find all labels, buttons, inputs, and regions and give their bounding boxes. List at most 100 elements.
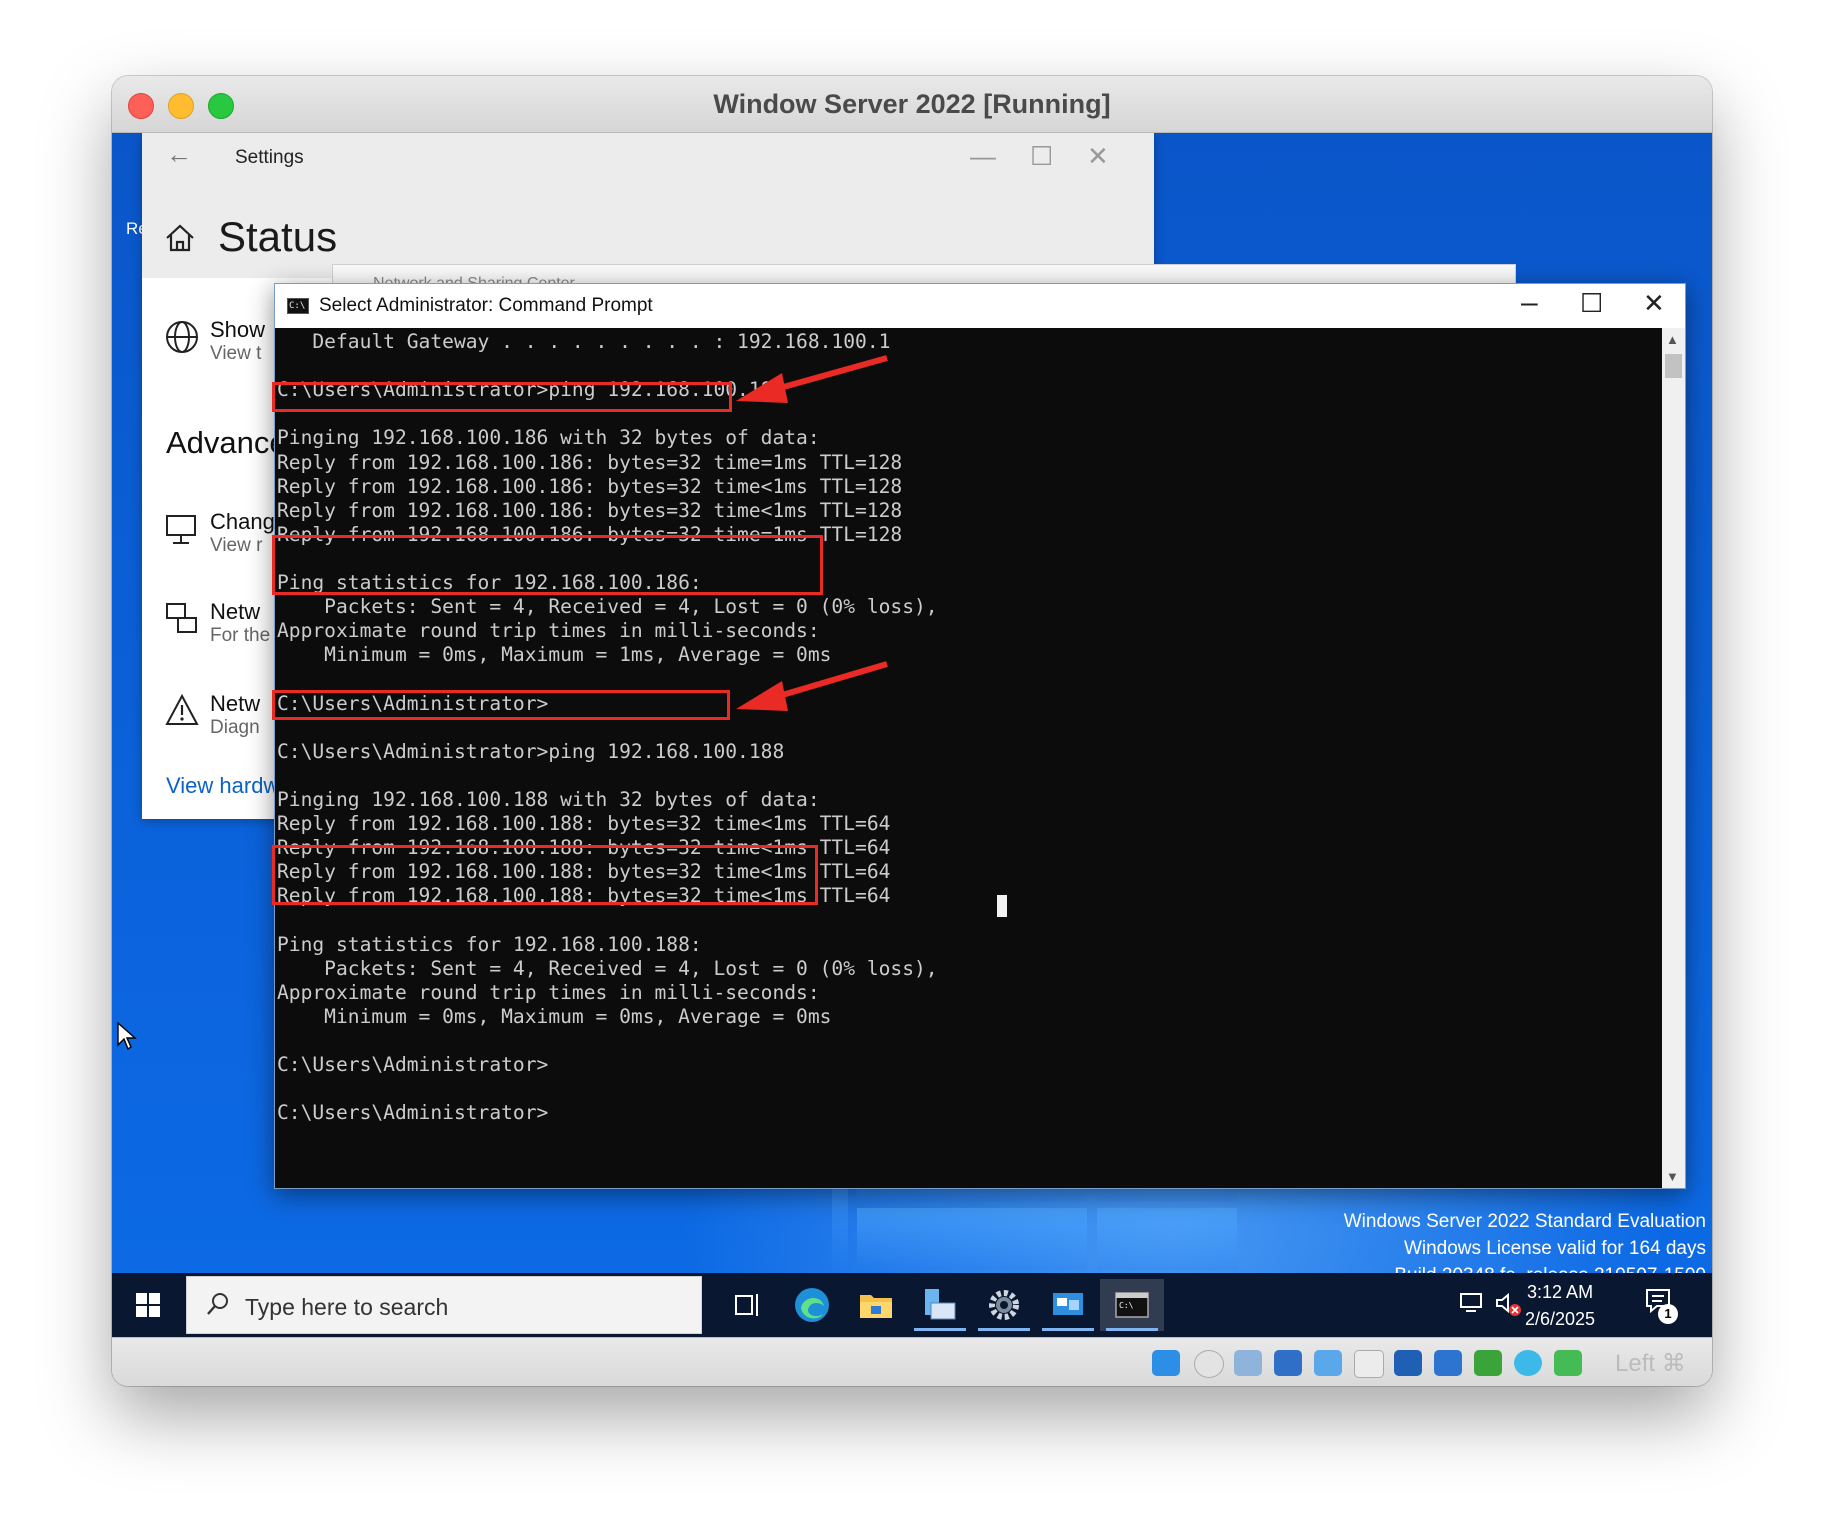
- host-key-indicator: Left ⌘: [1615, 1350, 1686, 1377]
- server-manager-button[interactable]: [908, 1279, 972, 1331]
- highlight-box-stats-188: [272, 845, 818, 905]
- running-indicator: [1042, 1328, 1094, 1331]
- download-icon[interactable]: [1554, 1350, 1582, 1376]
- text-cursor: [997, 895, 1007, 917]
- cmd-taskbar-button[interactable]: C:\: [1100, 1279, 1164, 1331]
- settings-item-title[interactable]: Netw: [210, 599, 260, 625]
- settings-item-title[interactable]: Show: [210, 317, 265, 343]
- windows-start-icon[interactable]: [136, 1293, 160, 1317]
- mouse-integration-icon[interactable]: [1514, 1350, 1542, 1376]
- network-center-taskbar-button[interactable]: [1036, 1279, 1100, 1331]
- mouse-pointer-icon: [117, 1021, 137, 1051]
- usb-icon[interactable]: [1314, 1350, 1342, 1376]
- console-line: Reply from 192.168.100.186: bytes=32 tim…: [277, 498, 903, 522]
- task-view-icon: [735, 1294, 758, 1316]
- settings-taskbar-button[interactable]: [972, 1279, 1036, 1331]
- console-line: Ping statistics for 192.168.100.188:: [277, 932, 702, 956]
- network-sharing-icon: [166, 603, 197, 633]
- edge-taskbar-button[interactable]: [780, 1279, 844, 1331]
- control-panel-icon: [1053, 1293, 1083, 1315]
- console-line: Pinging 192.168.100.186 with 32 bytes of…: [277, 426, 820, 450]
- network-tray-icon[interactable]: [1458, 1291, 1486, 1315]
- highlight-box-stats-186: [272, 535, 823, 595]
- console-line: Packets: Sent = 4, Received = 4, Lost = …: [277, 595, 938, 619]
- highlight-box-ping-186: [272, 382, 732, 412]
- console-line: Approximate round trip times in milli-se…: [277, 980, 820, 1004]
- terminal-icon: C:\: [1115, 1292, 1149, 1318]
- settings-item-subtitle: View t: [210, 343, 262, 364]
- warning-icon: [165, 693, 199, 725]
- cmd-titlebar[interactable]: C:\ Select Administrator: Command Prompt…: [275, 284, 1685, 328]
- settings-item-subtitle: For the: [210, 625, 271, 646]
- taskbar-search[interactable]: Type here to search: [186, 1276, 702, 1334]
- console-line: Approximate round trip times in milli-se…: [277, 619, 820, 643]
- scroll-down-icon[interactable]: ▼: [1666, 1169, 1679, 1184]
- home-icon: [166, 224, 194, 252]
- settings-item-subtitle: Diagn: [210, 717, 260, 738]
- search-icon: [207, 1293, 228, 1315]
- back-arrow-icon[interactable]: ←: [166, 139, 192, 170]
- shared-folder-icon[interactable]: [1354, 1350, 1384, 1378]
- folder-icon: [860, 1295, 892, 1318]
- gear-icon: [989, 1290, 1019, 1320]
- notification-center-button[interactable]: 1: [1644, 1287, 1678, 1324]
- clock-time: 3:12 AM: [1527, 1282, 1594, 1302]
- console-output[interactable]: Default Gateway . . . . . . . . . : 192.…: [275, 328, 1662, 1188]
- display-icon[interactable]: [1394, 1350, 1422, 1376]
- vm-window: Window Server 2022 [Running] Re ← Settin…: [112, 76, 1712, 1386]
- scrollbar[interactable]: ▲ ▼: [1662, 328, 1685, 1188]
- hard-disk-icon[interactable]: [1152, 1350, 1180, 1376]
- view-hardware-link[interactable]: View hardw: [166, 773, 279, 799]
- maximize-icon[interactable]: ☐: [1030, 141, 1053, 172]
- console-line: Reply from 192.168.100.188: bytes=32 tim…: [277, 812, 891, 835]
- console-line: Reply from 192.168.100.186: bytes=32 tim…: [277, 450, 903, 474]
- running-indicator: [978, 1328, 1030, 1331]
- scrollbar-thumb[interactable]: [1665, 354, 1682, 378]
- settings-item-title[interactable]: Chang: [210, 509, 275, 535]
- taskbar: Type here to search C:\ 3:12 AM 2/6/2025…: [112, 1273, 1712, 1337]
- audio-icon[interactable]: [1234, 1350, 1262, 1376]
- console-line: Reply from 192.168.100.186: bytes=32 tim…: [277, 474, 903, 498]
- monitor-icon: [166, 515, 196, 544]
- close-icon[interactable]: ✕: [1643, 288, 1665, 319]
- globe-icon: [166, 321, 198, 353]
- scroll-up-icon[interactable]: ▲: [1666, 332, 1679, 347]
- clock[interactable]: 3:12 AM 2/6/2025: [1525, 1279, 1595, 1333]
- edge-icon: [795, 1288, 829, 1322]
- notification-badge: 1: [1658, 1304, 1678, 1324]
- console-line: C:\Users\Administrator>: [277, 1101, 549, 1125]
- wallpaper-pane: [857, 1208, 1087, 1270]
- network-adapter-icon[interactable]: [1274, 1350, 1302, 1376]
- maximize-icon[interactable]: ☐: [1580, 288, 1603, 319]
- cmd-title: Select Administrator: Command Prompt: [319, 295, 653, 316]
- settings-title: Settings: [235, 147, 304, 168]
- settings-item-subtitle: View r: [210, 535, 263, 556]
- wallpaper-pane: [1097, 1208, 1237, 1270]
- vbox-status-bar: Left ⌘: [112, 1337, 1712, 1386]
- console-line: C:\Users\Administrator>: [277, 1053, 549, 1076]
- command-prompt-window: C:\ Select Administrator: Command Prompt…: [274, 283, 1686, 1189]
- recording-icon[interactable]: [1434, 1350, 1462, 1376]
- server-manager-icon: [925, 1289, 956, 1320]
- file-explorer-button[interactable]: [844, 1279, 908, 1331]
- watermark-line: Windows License valid for 164 days: [1403, 1238, 1706, 1259]
- optical-drive-icon[interactable]: [1194, 1350, 1224, 1378]
- search-placeholder: Type here to search: [245, 1294, 449, 1320]
- red-arrow-icon: [736, 355, 888, 403]
- highlight-box-ping-188: [272, 690, 730, 720]
- minimize-icon[interactable]: —: [970, 141, 996, 172]
- console-line: Default Gateway . . . . . . . . . : 192.…: [277, 330, 891, 353]
- volume-muted-icon[interactable]: [1494, 1291, 1522, 1317]
- cpu-icon[interactable]: [1474, 1350, 1502, 1376]
- task-view-button[interactable]: [716, 1279, 780, 1331]
- clock-date: 2/6/2025: [1525, 1309, 1596, 1329]
- settings-item-title[interactable]: Netw: [210, 691, 260, 717]
- mac-titlebar: Window Server 2022 [Running]: [112, 76, 1712, 133]
- running-indicator: [1106, 1328, 1158, 1331]
- guest-desktop[interactable]: Re ← Settings — ☐ ✕ Status Show View t A…: [112, 133, 1712, 1337]
- close-icon[interactable]: ✕: [1087, 141, 1109, 172]
- console-line: Packets: Sent = 4, Received = 4, Lost = …: [277, 956, 938, 980]
- cmd-app-icon: C:\: [287, 298, 309, 314]
- window-title: Window Server 2022 [Running]: [713, 89, 1111, 119]
- minimize-icon[interactable]: –: [1521, 286, 1538, 320]
